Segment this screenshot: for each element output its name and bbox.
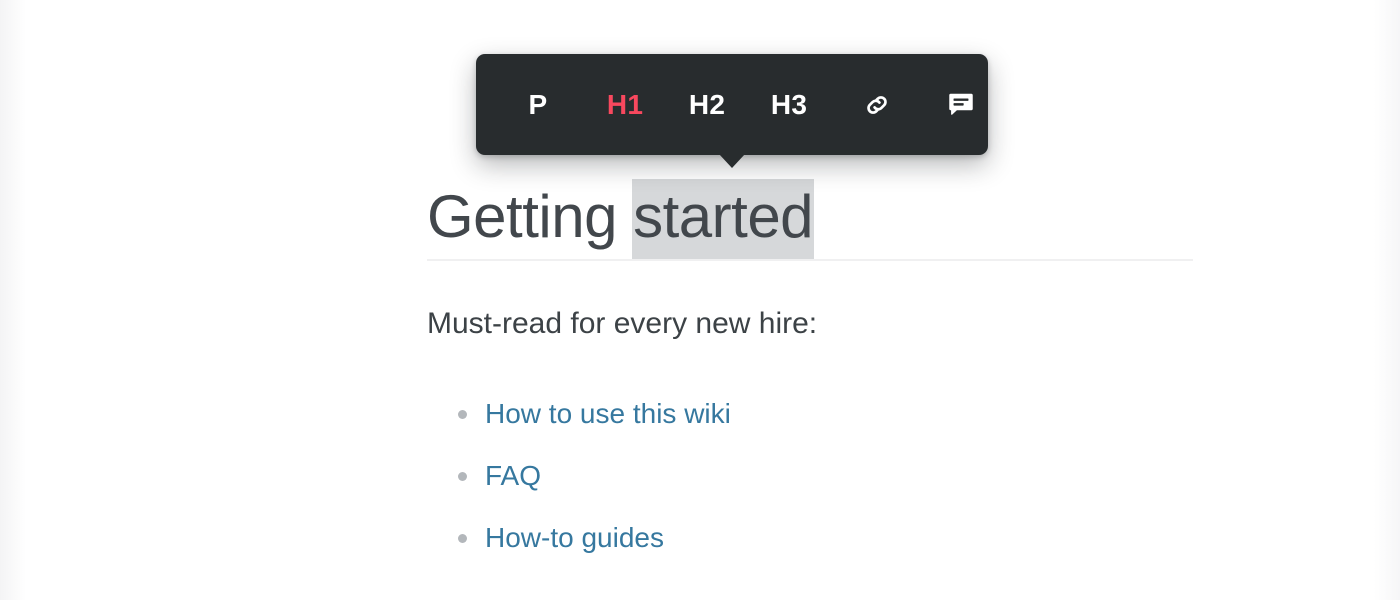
add-comment-button[interactable] (933, 54, 989, 155)
heading-divider (427, 259, 1193, 261)
insert-link-button[interactable] (849, 54, 905, 155)
page-title[interactable]: Getting started (427, 179, 1193, 259)
link-faq[interactable]: FAQ (485, 459, 541, 493)
bullet-icon (458, 472, 467, 481)
page-title-unselected-text: Getting (427, 183, 634, 250)
bullet-icon (458, 534, 467, 543)
link-how-to-guides[interactable]: How-to guides (485, 521, 664, 555)
bullet-icon (458, 410, 467, 419)
link-icon (861, 89, 893, 121)
page-title-row: Getting started (427, 179, 1193, 259)
format-heading-2-button[interactable]: H2 (679, 54, 735, 155)
page-right-edge (1374, 0, 1400, 600)
intro-paragraph[interactable]: Must-read for every new hire: (427, 303, 817, 345)
list-item[interactable]: How to use this wiki (427, 383, 1193, 445)
format-heading-3-button[interactable]: H3 (761, 54, 817, 155)
format-toolbar[interactable]: P H1 H2 H3 (476, 54, 988, 168)
list-item[interactable]: FAQ (427, 445, 1193, 507)
link-how-to-use-this-wiki[interactable]: How to use this wiki (485, 397, 731, 431)
page-left-edge (0, 0, 26, 600)
format-paragraph-button[interactable]: P (510, 54, 566, 155)
list-item[interactable]: How-to guides (427, 507, 1193, 569)
page-title-selected-text[interactable]: started (632, 179, 815, 259)
format-toolbar-surface: P H1 H2 H3 (476, 54, 988, 155)
format-heading-1-button[interactable]: H1 (597, 54, 653, 155)
toolbar-pointer-arrow (719, 154, 745, 168)
comment-icon (945, 89, 977, 121)
link-list: How to use this wiki FAQ How-to guides (427, 383, 1193, 569)
